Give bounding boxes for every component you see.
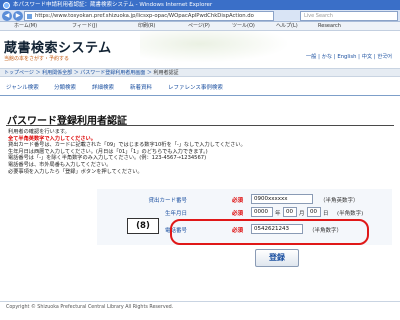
card-number-hint: （半角英数字） [320,198,359,204]
site-subtitle: 当館の本をさがす・予約する [4,56,70,62]
page-menu-button[interactable]: ページ(P) [188,22,210,31]
instruction-line: 必要事項を入力したら「登録」ボタンを押してください。 [8,168,143,175]
instructions: 利用者の確認を行います。 全て半角英数字で入力してください。 貸出カード番号は、… [8,129,308,175]
breadcrumb: トップページ ＞ 利用関係全部 ＞ パスワード登録利用者用画面 ＞ 利用者認証 [0,68,400,77]
required-badge: 必須 [232,198,244,204]
tools-menu-button[interactable]: ツール(O) [232,22,255,31]
menu-new-arrivals[interactable]: 新着資料 [130,80,152,96]
window-title: 本パスワード申請利用者認証：蔵書検索システム - Windows Interne… [13,2,213,8]
page-icon [27,14,32,19]
menu-genre-search[interactable]: ジャンル検索 [6,80,39,96]
card-number-label: 貸出カード番号 [148,198,187,204]
ie-icon [3,2,10,9]
card-number-row: 貸出カード番号 必須 0900xxxxxx （半角英数字） [97,193,392,206]
instruction-line: 貸出カード番号は、カードに記載された「09」ではじまる数字10桁を「-」なしで入… [8,142,246,149]
breadcrumb-current: 利用者認証 [153,70,179,76]
menu-detail-search[interactable]: 詳細検索 [92,80,114,96]
address-bar: ◀ ▶ https://www.tosyokan.pref.shizuoka.j… [0,10,400,22]
research-button[interactable]: Research [318,22,341,31]
forward-icon[interactable]: ▶ [13,11,23,21]
live-search-input[interactable]: Live Search [300,11,398,21]
birthdate-hint: (半角数字) [337,211,364,217]
help-menu-button[interactable]: ヘルプ(L) [276,22,298,31]
language-links[interactable]: 一般 | かな | English | 中文 | 한국어 [306,52,392,60]
url-text: https://www.tosyokan.pref.shizuoka.jp/li… [35,13,254,19]
month-unit: 月 [299,211,305,217]
header-background-image [140,31,290,63]
required-badge: 必須 [232,211,244,217]
site-title[interactable]: 蔵書検索システム [4,37,112,56]
menu-reference-search[interactable]: レファレンス事例検索 [168,80,223,96]
breadcrumb-link-top[interactable]: トップページ [4,70,34,76]
footer-divider [0,301,400,302]
breadcrumb-link-usage[interactable]: 利用関係全部 [42,70,72,76]
year-unit: 年 [275,211,281,217]
home-button[interactable]: ホーム(M) [14,22,37,31]
birthdate-label: 生年月日 [164,211,187,217]
day-unit: 日 [323,211,329,217]
menu-class-search[interactable]: 分類検索 [54,80,76,96]
command-bar: ホーム(M) フィード(J) 印刷(R) ページ(P) ツール(O) ヘルプ(L… [0,22,400,31]
instruction-line: 電話番号は、市外局番も入力してください。 [8,161,112,168]
feeds-button[interactable]: フィード(J) [72,22,97,31]
register-button[interactable]: 登録 [255,249,299,267]
window-title-bar: 本パスワード申請利用者認証：蔵書検索システム - Windows Interne… [0,0,400,10]
back-icon[interactable]: ◀ [2,11,12,21]
top-menu: ジャンル検索 分類検索 詳細検索 新着資料 レファレンス事例検索 [0,80,400,96]
print-button[interactable]: 印刷(R) [138,22,155,31]
birth-year-input[interactable]: 0000 [251,207,273,217]
url-input[interactable]: https://www.tosyokan.pref.shizuoka.jp/li… [24,11,274,21]
birth-day-input[interactable]: 00 [307,207,321,217]
site-header: 蔵書検索システム 当館の本をさがす・予約する 一般 | かな | English… [0,31,400,63]
footer-copyright: Copyright © Shizuoka Prefectural Central… [6,305,174,310]
breadcrumb-link-password[interactable]: パスワード登録利用者用画面 [80,70,145,76]
card-number-input[interactable]: 0900xxxxxx [251,194,313,204]
birth-month-input[interactable]: 00 [283,207,297,217]
step-annotation-label: (8) [127,218,159,234]
instruction-line: 利用者の確認を行います。 [8,129,70,135]
instruction-line: 電話番号は「-」を除く半角数字のみ入力してください。(例：123-4567→12… [8,155,207,162]
title-divider [6,125,394,126]
phone-highlight-oval [170,219,369,245]
